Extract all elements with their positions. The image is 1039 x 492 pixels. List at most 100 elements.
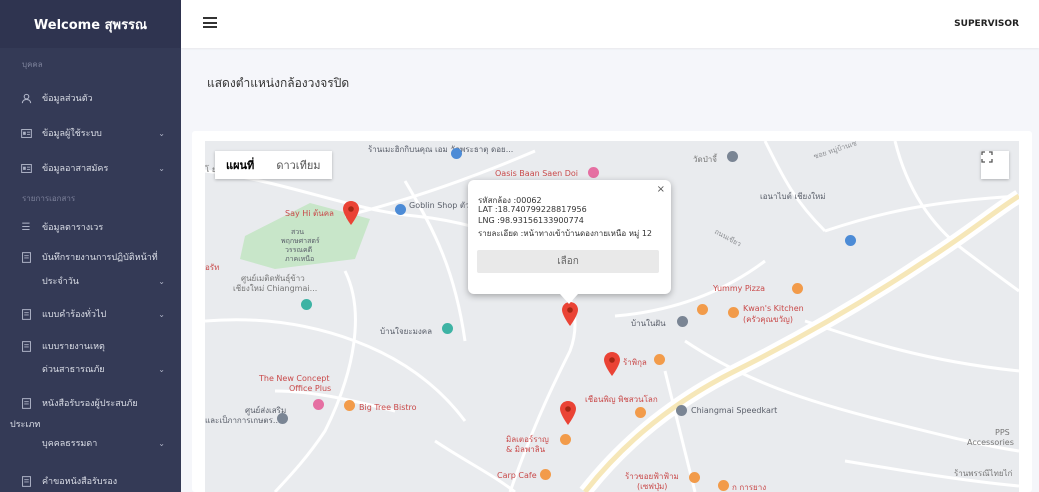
place-icon bbox=[442, 323, 453, 334]
restaurant-icon bbox=[635, 407, 646, 418]
sidebar-title: Welcome สุพรรณ bbox=[0, 0, 181, 48]
restaurant-icon bbox=[560, 434, 571, 445]
map-type-map-button[interactable]: แผนที่ bbox=[215, 151, 265, 179]
cctv-marker[interactable] bbox=[343, 201, 359, 225]
map-type-control: แผนที่ ดาวเทียม bbox=[215, 151, 332, 179]
place-icon bbox=[677, 316, 688, 327]
map-label: Big Tree Bistro bbox=[359, 403, 417, 412]
restaurant-icon bbox=[697, 304, 708, 315]
chevron-down-icon: ⌄ bbox=[158, 163, 165, 173]
sidebar-item-label: ด่วนสาธารณภัย bbox=[42, 365, 105, 375]
restaurant-icon bbox=[689, 472, 700, 483]
place-icon bbox=[395, 204, 406, 215]
sidebar-item-disaster-report-sub[interactable]: ด่วนสาธารณภัย ⌄ bbox=[0, 358, 181, 380]
select-camera-button[interactable]: เลือก bbox=[477, 250, 659, 273]
sidebar-item-victim-cert[interactable]: หนังสือรับรองผู้ประสบภัย bbox=[0, 390, 181, 416]
cctv-marker[interactable] bbox=[562, 302, 578, 326]
camera-info-window: × รหัสกล้อง :00062 LAT :18.7407992288179… bbox=[468, 180, 671, 304]
place-icon bbox=[676, 405, 687, 416]
map-label: ร้านพรรณีไทยไก่ bbox=[954, 469, 1013, 478]
map-label: & มิลพาลิน bbox=[506, 445, 546, 454]
sidebar-item-label: หนังสือรับรองผู้ประสบภัย bbox=[42, 399, 138, 409]
chevron-down-icon: ⌄ bbox=[158, 309, 165, 319]
camera-lng: LNG :98.93156133900774 bbox=[478, 216, 584, 225]
page-title: แสดงตำแหน่งกล้องวงจรปิด bbox=[207, 76, 350, 90]
place-icon bbox=[727, 151, 738, 162]
restaurant-icon bbox=[792, 283, 803, 294]
chevron-down-icon: ⌄ bbox=[158, 128, 165, 138]
sidebar-item-label: แบบคำร้องทั่วไป bbox=[42, 310, 107, 320]
sidebar-item-disaster-report[interactable]: แบบรายงานเหตุ bbox=[0, 334, 181, 358]
map-label: และเป็ภาการเกษตร... bbox=[205, 416, 281, 425]
restaurant-icon bbox=[718, 480, 729, 491]
sidebar-item-daily-log-sub[interactable]: ประจำวัน ⌄ bbox=[0, 270, 181, 292]
map-label: Carp Cafe bbox=[497, 471, 537, 480]
id-card-icon bbox=[20, 127, 32, 139]
close-icon[interactable]: × bbox=[657, 184, 665, 195]
menu-toggle-icon[interactable] bbox=[203, 17, 217, 28]
sidebar-item-profile[interactable]: ข้อมูลส่วนตัว bbox=[0, 80, 181, 116]
sidebar-item-general-request[interactable]: แบบคำร้องทั่วไป ⌄ bbox=[0, 296, 181, 332]
map-label: วัดป่าจี้ bbox=[693, 155, 717, 164]
sidebar-section-personal: บุคคล bbox=[22, 60, 43, 69]
map[interactable]: ร้านเมะฮิกกิบนคุณ เอม วัดพระธาตุ ดอย... … bbox=[205, 141, 1019, 492]
map-label: บ้านใจยะมงคล bbox=[380, 327, 433, 336]
sidebar-item-label: แบบรายงานเหตุ bbox=[42, 342, 105, 352]
sidebar-item-users[interactable]: ข้อมูลผู้ใช้ระบบ ⌄ bbox=[0, 116, 181, 150]
document-icon bbox=[20, 397, 32, 409]
sidebar-item-label: บุคคลธรรมดา bbox=[42, 439, 98, 449]
map-label: (เซฟปุ่ม) bbox=[637, 482, 668, 491]
id-card-icon bbox=[20, 162, 32, 174]
chevron-down-icon: ⌄ bbox=[158, 276, 165, 286]
sidebar-item-daily-log[interactable]: บันทึกรายงานการปฏิบัติหน้าที่ bbox=[0, 244, 181, 270]
place-icon bbox=[313, 399, 324, 410]
sidebar-item-volunteers[interactable]: ข้อมูลอาสาสมัคร ⌄ bbox=[0, 150, 181, 186]
sidebar-item-label: คำขอหนังสือรับรอง bbox=[42, 477, 118, 487]
chevron-down-icon: ⌄ bbox=[158, 438, 165, 448]
user-role[interactable]: SUPERVISOR bbox=[954, 19, 1019, 29]
cctv-marker[interactable] bbox=[604, 352, 620, 376]
sidebar-item-request-cert[interactable]: คำขอหนังสือรับรอง bbox=[0, 466, 181, 492]
map-label: Say Hi ต้นคล bbox=[285, 209, 334, 218]
sidebar-item-victim-cert-sub[interactable]: บุคคลธรรมดา ⌄ bbox=[0, 432, 181, 454]
document-icon bbox=[20, 475, 32, 487]
map-label: Office Plus bbox=[289, 384, 332, 393]
place-icon bbox=[588, 167, 599, 178]
sidebar: Welcome สุพรรณ บุคคล ข้อมูลส่วนตัว ข้อมู… bbox=[0, 0, 181, 492]
restaurant-icon bbox=[654, 354, 665, 365]
sidebar-item-victim-cert-type: ประเภท bbox=[10, 420, 41, 430]
sidebar-item-label: ข้อมูลอาสาสมัคร bbox=[42, 164, 109, 174]
map-label: เอนาไบต์ เชียงใหม่ bbox=[760, 192, 826, 201]
map-label: ร้าพิกุล bbox=[623, 358, 647, 367]
map-label: Accessories bbox=[967, 438, 1014, 447]
sidebar-item-label: ข้อมูลส่วนตัว bbox=[42, 94, 93, 104]
restaurant-icon bbox=[540, 469, 551, 480]
camera-detail: รายละเอียด :หน้าทางเข้าบ้านดองกายเหนือ ห… bbox=[478, 229, 652, 238]
place-icon bbox=[845, 235, 856, 246]
map-label: บ้านในฝัน bbox=[631, 319, 666, 328]
map-label: อรัท bbox=[205, 263, 220, 272]
document-icon bbox=[20, 340, 32, 352]
sidebar-item-duty-table[interactable]: ☰ ข้อมูลตารางเวร bbox=[0, 210, 181, 244]
camera-lat: LAT :18.740799228817956 bbox=[478, 205, 587, 214]
topbar: SUPERVISOR bbox=[181, 0, 1039, 48]
map-label: ก การยาง bbox=[732, 483, 767, 492]
sidebar-item-label: ข้อมูลตารางเวร bbox=[42, 223, 104, 233]
map-label: Kwan's Kitchen bbox=[743, 304, 804, 313]
map-label: เชือนพิญ พิชสวนโลก bbox=[585, 395, 658, 404]
sidebar-section-list: รายการเอกสาร bbox=[22, 194, 76, 203]
chevron-down-icon: ⌄ bbox=[158, 364, 165, 374]
map-label: ภาคเหนือ bbox=[285, 255, 315, 263]
document-icon bbox=[20, 308, 32, 320]
sidebar-item-label: ข้อมูลผู้ใช้ระบบ bbox=[42, 129, 102, 139]
restaurant-icon bbox=[728, 307, 739, 318]
map-label: เชียงใหม่ Chiangmai... bbox=[233, 284, 318, 293]
map-label: Yummy Pizza bbox=[713, 284, 766, 293]
cctv-marker[interactable] bbox=[560, 401, 576, 425]
map-label: PPS bbox=[995, 428, 1010, 437]
fullscreen-icon[interactable] bbox=[981, 151, 1009, 179]
map-label: Oasis Baan Saen Doi bbox=[495, 169, 578, 178]
map-label: Chiangmai Speedkart bbox=[691, 406, 778, 415]
list-icon: ☰ bbox=[21, 221, 31, 233]
map-type-satellite-button[interactable]: ดาวเทียม bbox=[265, 151, 331, 179]
